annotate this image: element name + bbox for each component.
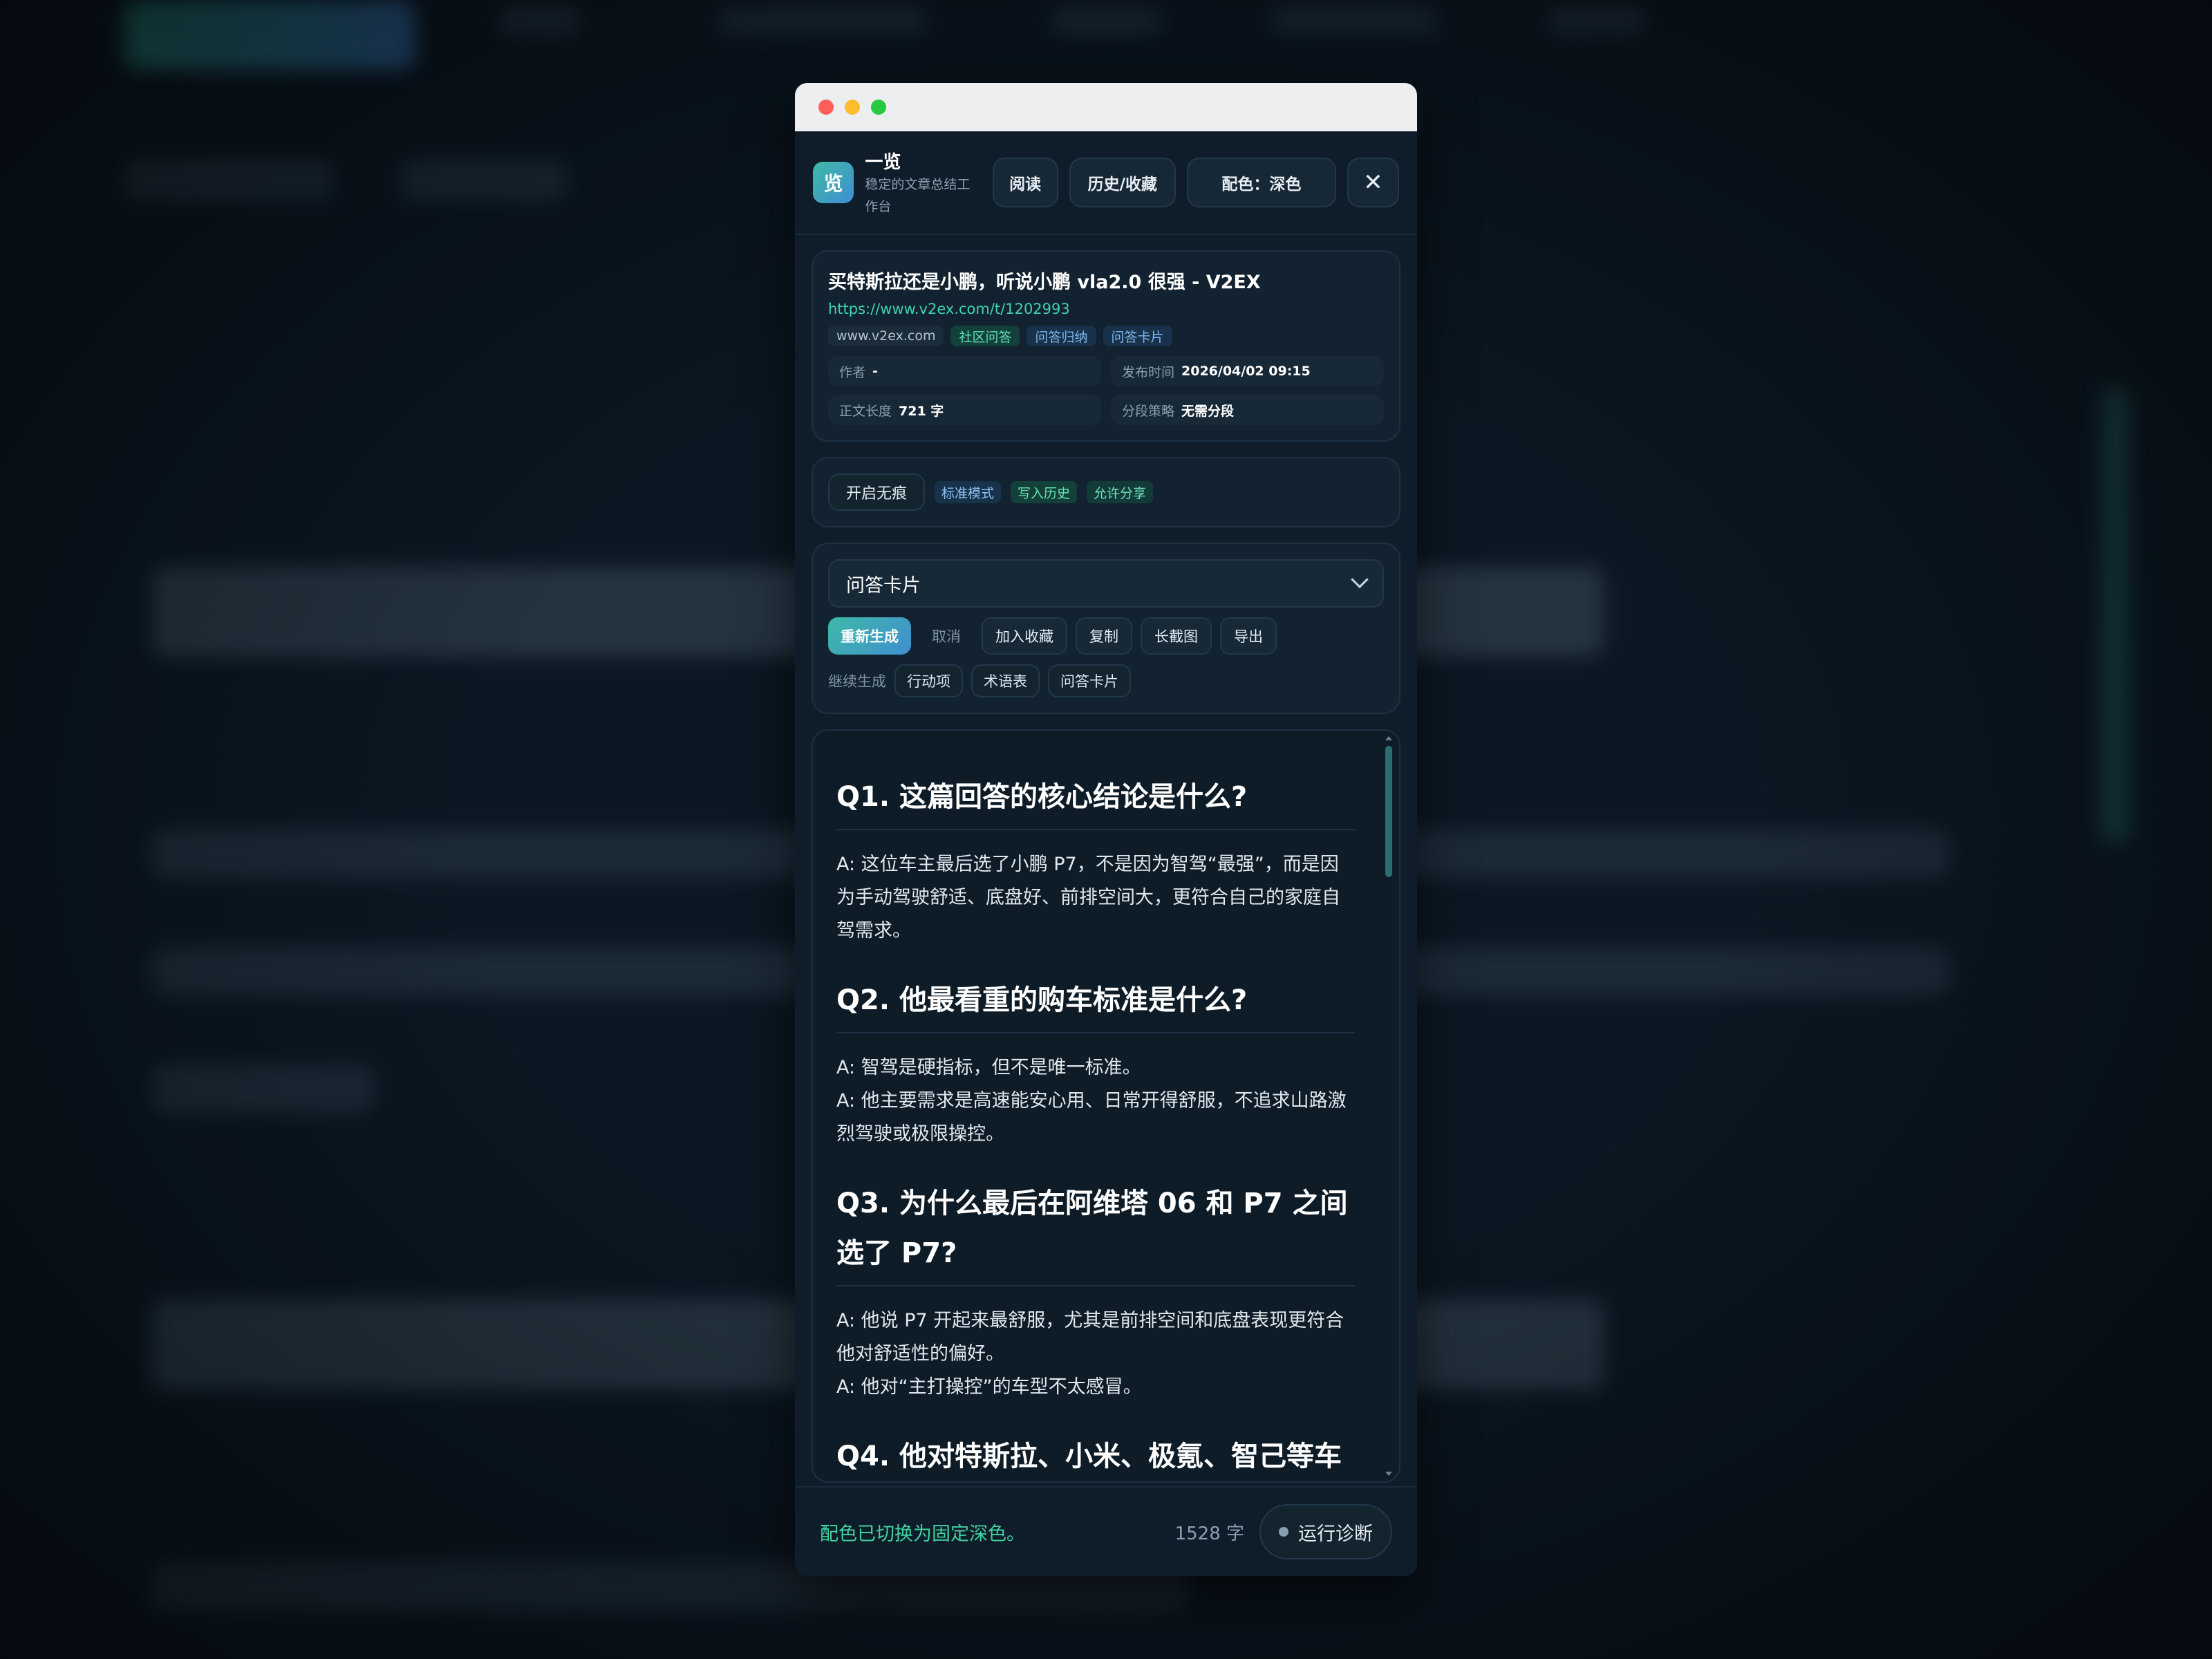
continue-label: 继续生成 bbox=[828, 673, 886, 690]
status-dot-icon bbox=[1279, 1527, 1288, 1537]
scroll-up-arrow[interactable] bbox=[1385, 736, 1392, 740]
app-subtitle: 稳定的文章总结工作台 bbox=[865, 176, 971, 214]
scrollbar-thumb[interactable] bbox=[1385, 746, 1392, 877]
continue-action-items-button[interactable]: 行动项 bbox=[894, 664, 963, 697]
app-name: 一览 bbox=[865, 151, 901, 173]
maximize-window-dot[interactable] bbox=[871, 100, 886, 115]
long-screenshot-button[interactable]: 长截图 bbox=[1141, 617, 1212, 655]
export-button[interactable]: 导出 bbox=[1220, 617, 1277, 655]
brand-block: 一览 稳定的文章总结工作台 bbox=[865, 148, 981, 218]
history-favorites-button[interactable]: 历史/收藏 bbox=[1069, 158, 1177, 207]
share-tag: 允许分享 bbox=[1087, 481, 1154, 503]
domain-chip: www.v2ex.com bbox=[828, 326, 944, 346]
qa-item: Q4. 他对特斯拉、小米、极氪、智己等车 bbox=[836, 1432, 1355, 1481]
qa-item: Q2. 他最看重的购车标准是什么? A: 智驾是硬指标，但不是唯一标准。 A: … bbox=[836, 975, 1355, 1151]
meta-published-value: 2026/04/02 09:15 bbox=[1181, 364, 1311, 379]
format-chip: 问答卡片 bbox=[1103, 326, 1172, 346]
answer-text: A: 他对“主打操控”的车型不太感冒。 bbox=[836, 1376, 1142, 1398]
meta-length: 正文长度 721 字 bbox=[828, 395, 1101, 425]
article-title: 买特斯拉还是小鹏，听说小鹏 vla2.0 很强 - V2EX bbox=[828, 272, 1261, 293]
question-heading: Q2. 他最看重的购车标准是什么? bbox=[836, 975, 1355, 1033]
cancel-button[interactable]: 取消 bbox=[919, 617, 973, 655]
meta-author: 作者 - bbox=[828, 356, 1101, 386]
mode-tag: 标准模式 bbox=[935, 481, 1002, 503]
qa-item: Q1. 这篇回答的核心结论是什么? A: 这位车主最后选了小鹏 P7，不是因为智… bbox=[836, 772, 1355, 948]
copy-button[interactable]: 复制 bbox=[1076, 617, 1132, 655]
continue-glossary-button[interactable]: 术语表 bbox=[971, 664, 1040, 697]
generator-card: 问答卡片 重新生成 取消 加入收藏 复制 长截图 导出 继续生成 行动项 术语表… bbox=[812, 543, 1400, 714]
strategy-chip: 问答归纳 bbox=[1027, 326, 1096, 346]
mode-select-value: 问答卡片 bbox=[846, 574, 921, 597]
run-diagnostics-label: 运行诊断 bbox=[1298, 1523, 1373, 1545]
answer-text: A: 智驾是硬指标，但不是唯一标准。 bbox=[836, 1057, 1141, 1078]
footer-right: 1528 字 运行诊断 bbox=[1175, 1504, 1392, 1559]
app-header: 览 一览 稳定的文章总结工作台 阅读 历史/收藏 配色：深色 ✕ bbox=[795, 131, 1417, 235]
minimize-window-dot[interactable] bbox=[845, 100, 860, 115]
history-tag: 写入历史 bbox=[1011, 481, 1078, 503]
incognito-button[interactable]: 开启无痕 bbox=[828, 474, 926, 511]
answer-text: A: 他主要需求是高速能安心用、日常开得舒服，不追求山路激烈驾驶或极限操控。 bbox=[836, 1090, 1347, 1145]
action-bar: 重新生成 取消 加入收藏 复制 长截图 导出 bbox=[828, 617, 1384, 655]
summary-content-panel[interactable]: Q1. 这篇回答的核心结论是什么? A: 这位车主最后选了小鹏 P7，不是因为智… bbox=[812, 729, 1400, 1483]
article-url-link[interactable]: https://www.v2ex.com/t/1202993 bbox=[828, 301, 1384, 317]
article-meta-grid: 作者 - 发布时间 2026/04/02 09:15 正文长度 721 字 分段… bbox=[828, 356, 1384, 425]
continue-generate-row: 继续生成 行动项 术语表 问答卡片 bbox=[828, 664, 1384, 697]
privacy-card: 开启无痕 标准模式 写入历史 允许分享 bbox=[812, 457, 1400, 527]
continue-qa-cards-button[interactable]: 问答卡片 bbox=[1048, 664, 1131, 697]
extension-window: 览 一览 稳定的文章总结工作台 阅读 历史/收藏 配色：深色 ✕ 买特斯拉还是小… bbox=[795, 83, 1417, 1576]
close-window-dot[interactable] bbox=[818, 100, 834, 115]
question-heading: Q1. 这篇回答的核心结论是什么? bbox=[836, 772, 1355, 830]
add-favorite-button[interactable]: 加入收藏 bbox=[982, 617, 1067, 655]
answer-text: A: 他说 P7 开起来最舒服，尤其是前排空间和底盘表现更符合他对舒适性的偏好。 bbox=[836, 1310, 1344, 1365]
meta-published: 发布时间 2026/04/02 09:15 bbox=[1111, 356, 1384, 386]
article-info-card: 买特斯拉还是小鹏，听说小鹏 vla2.0 很强 - V2EX https://w… bbox=[812, 250, 1400, 442]
char-count: 1528 字 bbox=[1174, 1523, 1244, 1544]
type-chip: 社区问答 bbox=[950, 326, 1020, 346]
mode-select[interactable]: 问答卡片 bbox=[828, 559, 1384, 608]
article-chips: www.v2ex.com 社区问答 问答归纳 问答卡片 bbox=[828, 326, 1384, 346]
meta-segment-label: 分段策略 bbox=[1122, 403, 1175, 419]
theme-button[interactable]: 配色：深色 bbox=[1187, 158, 1336, 207]
meta-author-label: 作者 bbox=[839, 364, 866, 380]
app-logo: 览 bbox=[813, 162, 854, 203]
close-icon[interactable]: ✕ bbox=[1347, 158, 1399, 207]
window-titlebar bbox=[795, 83, 1417, 131]
scroll-down-arrow[interactable] bbox=[1385, 1472, 1392, 1476]
meta-length-value: 721 字 bbox=[899, 403, 944, 419]
question-heading: Q4. 他对特斯拉、小米、极氪、智己等车 bbox=[836, 1441, 1342, 1472]
question-heading: Q3. 为什么最后在阿维塔 06 和 P7 之间选了 P7? bbox=[836, 1179, 1355, 1286]
status-footer: 配色已切换为固定深色。 1528 字 运行诊断 bbox=[795, 1486, 1417, 1576]
chevron-down-icon bbox=[1351, 570, 1369, 589]
meta-author-value: - bbox=[872, 364, 878, 379]
meta-published-label: 发布时间 bbox=[1122, 364, 1175, 380]
status-message: 配色已切换为固定深色。 bbox=[820, 1523, 1025, 1545]
meta-segment: 分段策略 无需分段 bbox=[1111, 395, 1384, 425]
meta-segment-value: 无需分段 bbox=[1181, 403, 1235, 419]
regenerate-button[interactable]: 重新生成 bbox=[828, 617, 911, 655]
summary-content: Q1. 这篇回答的核心结论是什么? A: 这位车主最后选了小鹏 P7，不是因为智… bbox=[813, 731, 1380, 1481]
run-diagnostics-button[interactable]: 运行诊断 bbox=[1259, 1504, 1392, 1559]
read-button[interactable]: 阅读 bbox=[992, 158, 1058, 207]
answer-text: A: 这位车主最后选了小鹏 P7，不是因为智驾“最强”，而是因为手动驾驶舒适、底… bbox=[836, 854, 1340, 941]
meta-length-label: 正文长度 bbox=[839, 403, 892, 419]
qa-item: Q3. 为什么最后在阿维塔 06 和 P7 之间选了 P7? A: 他说 P7 … bbox=[836, 1179, 1355, 1404]
